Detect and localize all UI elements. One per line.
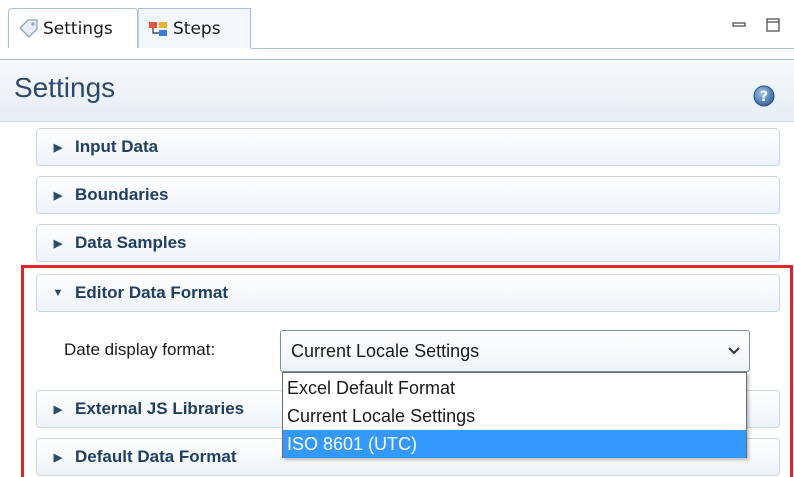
steps-icon [147,18,169,40]
section-label: Boundaries [75,185,169,204]
section-label: Default Data Format [75,447,237,466]
tab-settings-label: Settings [43,18,113,39]
page-title: Settings [14,72,116,103]
expand-caret-icon: ▶ [53,403,63,416]
expand-caret-icon: ▶ [53,237,63,250]
help-icon[interactable]: ? [752,84,776,108]
section-boundaries[interactable]: ▶ Boundaries [36,176,780,214]
dropdown-option-excel-default[interactable]: Excel Default Format [283,374,746,402]
section-label: Data Samples [75,233,187,252]
settings-tag-icon [17,18,39,40]
section-editor-data-format[interactable]: ▼ Editor Data Format [36,274,780,312]
tab-settings[interactable]: Settings [8,8,138,48]
collapse-caret-icon: ▼ [52,287,64,299]
dropdown-option-iso-8601[interactable]: ISO 8601 (UTC) [283,430,746,458]
minimize-icon[interactable] [730,16,748,34]
tab-steps-label: Steps [173,18,221,39]
date-display-format-label: Date display format: [64,340,216,359]
expand-caret-icon: ▶ [53,141,63,154]
select-current-value: Current Locale Settings [291,340,480,361]
section-label: Input Data [75,137,159,156]
expand-caret-icon: ▶ [53,451,63,464]
maximize-icon[interactable] [764,16,782,34]
section-data-samples[interactable]: ▶ Data Samples [36,224,780,262]
svg-text:?: ? [760,89,768,105]
expand-caret-icon: ▶ [53,189,63,202]
section-label: External JS Libraries [75,399,245,418]
settings-header [0,60,794,122]
chevron-down-icon[interactable] [719,343,749,359]
date-format-dropdown-list: Excel Default Format Current Locale Sett… [282,372,747,458]
tab-bar-divider [251,48,794,49]
tab-steps[interactable]: Steps [138,8,251,48]
section-input-data[interactable]: ▶ Input Data [36,128,780,166]
date-display-format-select[interactable]: Current Locale Settings [280,330,750,372]
section-label: Editor Data Format [75,283,229,302]
dropdown-option-current-locale[interactable]: Current Locale Settings [283,402,746,430]
